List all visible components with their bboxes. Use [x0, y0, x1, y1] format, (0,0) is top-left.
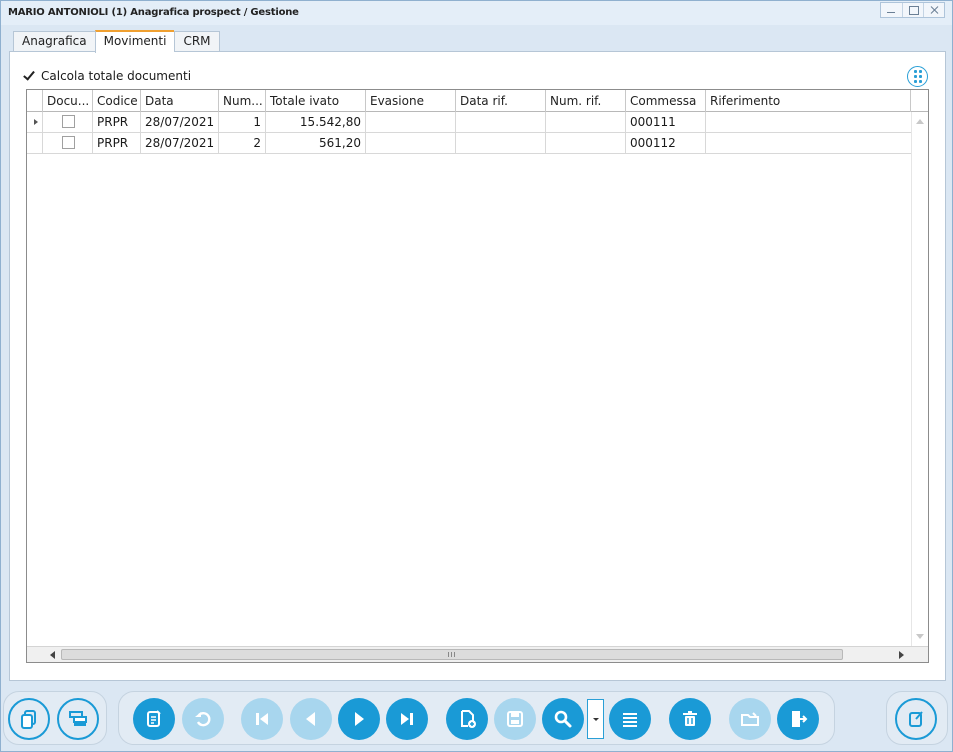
horizontal-scrollbar[interactable] — [27, 646, 928, 662]
docu-cell — [43, 112, 93, 132]
table-row[interactable]: PRPR 28/07/2021 2 561,20 000112 — [27, 133, 928, 154]
movements-grid: Docu... Codice Data Num... Totale ivato … — [26, 89, 929, 663]
scroll-up-icon[interactable] — [916, 119, 924, 124]
tab-strip: Anagrafica Movimenti CRM — [13, 30, 220, 53]
docu-checkbox[interactable] — [62, 136, 75, 149]
scroll-down-icon[interactable] — [916, 634, 924, 639]
calcola-totale-option[interactable]: Calcola totale documenti — [23, 69, 191, 83]
column-header-num-rif[interactable]: Num. rif. — [546, 90, 626, 112]
column-header-totale-ivato[interactable]: Totale ivato — [266, 90, 366, 112]
docu-checkbox[interactable] — [62, 115, 75, 128]
column-header-docu[interactable]: Docu... — [43, 90, 93, 112]
minimize-icon[interactable] — [881, 3, 902, 17]
totale-ivato-cell: 15.542,80 — [266, 112, 366, 132]
column-header-data[interactable]: Data — [141, 90, 219, 112]
data-cell: 28/07/2021 — [141, 133, 219, 153]
copy-pages-icon[interactable] — [8, 698, 50, 740]
window-controls — [880, 2, 945, 18]
delete-icon[interactable] — [669, 698, 711, 740]
column-header-riferimento[interactable]: Riferimento — [706, 90, 911, 112]
data-rif-cell — [456, 133, 546, 153]
num-cell: 2 — [219, 133, 266, 153]
horizontal-scroll-thumb[interactable] — [61, 649, 843, 660]
row-indicator-header — [27, 90, 43, 112]
maximize-icon[interactable] — [902, 3, 923, 17]
close-icon[interactable] — [923, 3, 944, 17]
list-icon[interactable] — [609, 698, 651, 740]
app-window: MARIO ANTONIOLI (1) Anagrafica prospect … — [0, 0, 953, 752]
undo-icon[interactable] — [182, 698, 224, 740]
next-record-icon[interactable] — [338, 698, 380, 740]
scroll-left-icon[interactable] — [50, 651, 55, 659]
save-icon[interactable] — [494, 698, 536, 740]
vertical-scrollbar[interactable] — [911, 112, 928, 646]
commessa-cell: 000111 — [626, 112, 706, 132]
table-row[interactable]: PRPR 28/07/2021 1 15.542,80 000111 — [27, 112, 928, 133]
tab-anagrafica[interactable]: Anagrafica — [13, 31, 95, 52]
search-icon[interactable] — [542, 698, 584, 740]
codice-cell: PRPR — [93, 112, 141, 132]
num-rif-cell — [546, 112, 626, 132]
exit-icon[interactable] — [777, 698, 819, 740]
codice-cell: PRPR — [93, 133, 141, 153]
column-header-evasione[interactable]: Evasione — [366, 90, 456, 112]
last-record-icon[interactable] — [386, 698, 428, 740]
evasione-cell — [366, 133, 456, 153]
evasione-cell — [366, 112, 456, 132]
current-row-arrow-icon — [34, 119, 38, 125]
first-record-icon[interactable] — [241, 698, 283, 740]
data-cell: 28/07/2021 — [141, 112, 219, 132]
column-header-codice[interactable]: Codice — [93, 90, 141, 112]
docu-cell — [43, 133, 93, 153]
column-header-num[interactable]: Num... — [219, 90, 266, 112]
tab-movimenti[interactable]: Movimenti — [94, 30, 175, 53]
column-header-commessa[interactable]: Commessa — [626, 90, 706, 112]
totale-ivato-cell: 561,20 — [266, 133, 366, 153]
calcola-totale-label: Calcola totale documenti — [41, 69, 192, 83]
movimenti-panel: Calcola totale documenti Docu... Codice … — [9, 51, 946, 681]
title-bar: MARIO ANTONIOLI (1) Anagrafica prospect … — [1, 1, 952, 25]
riferimento-cell — [706, 112, 911, 132]
column-chooser-icon[interactable] — [907, 66, 928, 87]
scroll-right-icon[interactable] — [899, 651, 904, 659]
column-header-data-rif[interactable]: Data rif. — [456, 90, 546, 112]
edit-note-icon[interactable] — [895, 698, 937, 740]
num-cell: 1 — [219, 112, 266, 132]
folder-edit-icon[interactable] — [729, 698, 771, 740]
window-title: MARIO ANTONIOLI (1) Anagrafica prospect … — [8, 7, 299, 18]
num-rif-cell — [546, 133, 626, 153]
new-document-icon[interactable] — [446, 698, 488, 740]
calcola-totale-checkbox[interactable] — [23, 70, 35, 82]
stack-layers-icon[interactable] — [57, 698, 99, 740]
data-rif-cell — [456, 112, 546, 132]
edit-document-icon[interactable] — [133, 698, 175, 740]
previous-record-icon[interactable] — [290, 698, 332, 740]
search-dropdown-button[interactable] — [587, 699, 604, 739]
row-indicator — [27, 133, 43, 153]
commessa-cell: 000112 — [626, 133, 706, 153]
riferimento-cell — [706, 133, 911, 153]
grid-header: Docu... Codice Data Num... Totale ivato … — [27, 90, 928, 112]
row-indicator — [27, 112, 43, 132]
tab-crm[interactable]: CRM — [174, 31, 220, 52]
